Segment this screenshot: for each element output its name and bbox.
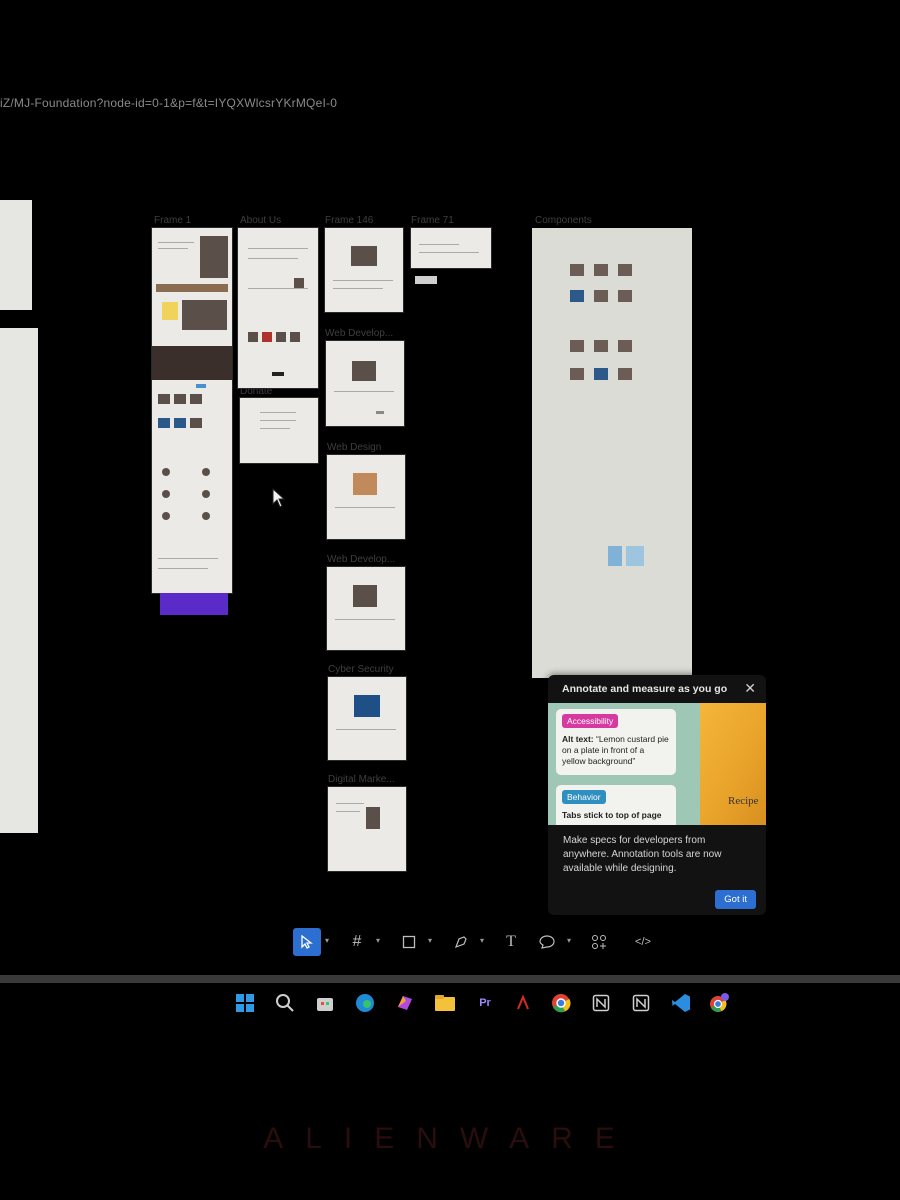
acrobat-icon[interactable] [510,990,536,1016]
left-panel-list [0,328,38,833]
chevron-down-icon[interactable]: ▾ [325,936,329,945]
premiere-icon[interactable]: Pr [472,990,498,1016]
dev-mode-icon[interactable]: </> [629,928,657,956]
chevron-down-icon[interactable]: ▾ [567,936,571,945]
left-panel-top [0,200,32,310]
alt-text-label: Alt text: [562,734,594,744]
frame-label-components[interactable]: Components [535,215,592,226]
popup-title: Annotate and measure as you go [562,683,728,695]
popup-hero-image: Recipe Accessibility Alt text: “Lemon cu… [548,703,766,825]
pen-icon[interactable] [447,928,475,956]
behavior-tag: Behavior [562,790,606,804]
vscode-icon[interactable] [668,990,694,1016]
monitor-brand-logo: ALIENWARE [263,1122,637,1155]
chevron-down-icon[interactable]: ▾ [376,936,380,945]
url-text[interactable]: iZ/MJ-Foundation?node-id=0-1&p=f&t=IYQXW… [0,96,337,110]
canvas-bottom-strip [0,975,900,983]
frame-label-webdev2[interactable]: Web Develop... [327,554,395,565]
frame146-artboard[interactable] [325,228,403,312]
frame-label-digital[interactable]: Digital Marke... [328,774,395,785]
frame-label-frame146[interactable]: Frame 146 [325,215,373,226]
actions-icon[interactable] [585,928,613,956]
file-explorer-icon[interactable] [432,990,458,1016]
behavior-text: Tabs stick to top of page [562,810,662,820]
rectangle-icon[interactable] [395,928,423,956]
text-icon[interactable]: T [497,928,525,956]
chrome-profile-icon[interactable] [706,990,732,1016]
frame1-artboard[interactable] [152,228,232,593]
frame-label-cyber[interactable]: Cyber Security [328,664,394,675]
frame-icon[interactable]: # [343,928,371,956]
components-artboard[interactable] [532,228,692,678]
annotate-popup: Annotate and measure as you go ✕ Recipe … [548,675,766,915]
windows-start-icon[interactable] [232,990,258,1016]
frame-label-webdev1[interactable]: Web Develop... [325,328,393,339]
cyber-artboard[interactable] [328,677,406,760]
behavior-card: Behavior Tabs stick to top of page [556,785,676,825]
comment-icon[interactable] [533,928,561,956]
chevron-down-icon[interactable]: ▾ [428,936,432,945]
frame71-small-element[interactable] [415,276,437,284]
frame-label-frame1[interactable]: Frame 1 [154,215,191,226]
search-icon[interactable] [272,990,298,1016]
chevron-down-icon[interactable]: ▾ [480,936,484,945]
copilot-icon[interactable] [392,990,418,1016]
accessibility-card: Accessibility Alt text: “Lemon custard p… [556,709,676,775]
got-it-button[interactable]: Got it [715,890,756,909]
chrome-icon[interactable] [548,990,574,1016]
move-icon[interactable] [293,928,321,956]
frame-label-about[interactable]: About Us [240,215,281,226]
notion-icon[interactable] [588,990,614,1016]
digital-artboard[interactable] [328,787,406,871]
webdev2-artboard[interactable] [327,567,405,650]
mouse-cursor-icon [272,488,286,508]
frame-label-frame71[interactable]: Frame 71 [411,215,454,226]
edge-icon[interactable] [352,990,378,1016]
frame-label-webdesign[interactable]: Web Design [327,442,381,453]
webdev1-artboard[interactable] [326,341,404,426]
store-icon[interactable] [312,990,338,1016]
frame71-artboard[interactable] [411,228,491,268]
close-icon[interactable]: ✕ [744,680,756,697]
webdesign-artboard[interactable] [327,455,405,539]
popup-description: Make specs for developers from anywhere.… [563,835,722,874]
donate-artboard[interactable] [240,398,318,463]
frame1-footer-purple [160,593,228,615]
recipe-label: Recipe [728,795,759,807]
about-artboard[interactable] [238,228,318,388]
accessibility-tag: Accessibility [562,714,619,728]
notion-icon[interactable] [628,990,654,1016]
